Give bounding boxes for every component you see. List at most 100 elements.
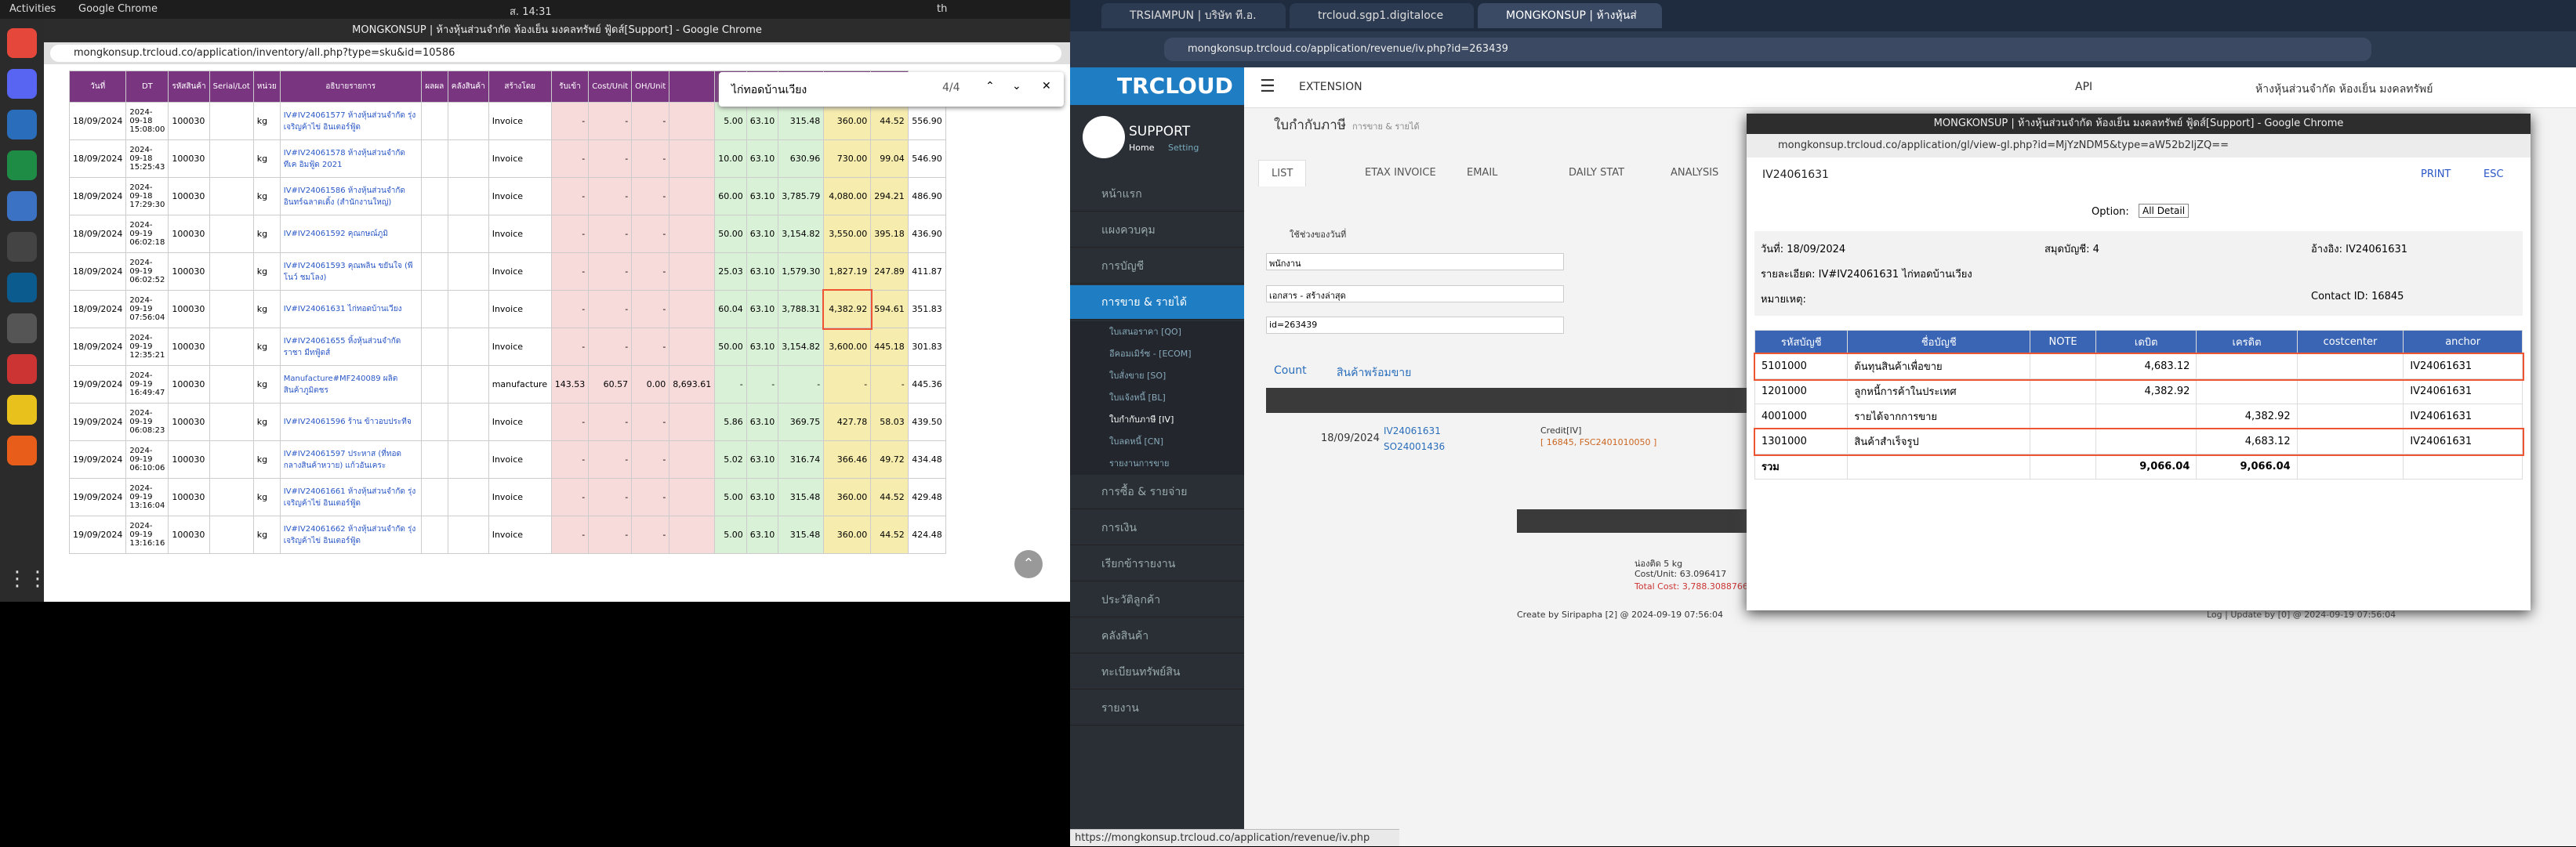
globe-icon[interactable] — [7, 273, 37, 302]
sidebar-item[interactable]: รายงาน — [1070, 691, 1244, 726]
terminal-icon[interactable] — [7, 232, 37, 262]
column-header[interactable]: OH/Unit — [631, 71, 670, 103]
option-select[interactable]: All Detail — [2139, 204, 2190, 218]
table-cell[interactable]: Manufacture#MF240089 ผลิต สินค้าภูมิตชร — [279, 365, 422, 404]
column-header[interactable]: รับเข้า — [550, 71, 590, 103]
table-row[interactable]: 18/09/2024 2024-09-18 15:08:00 100030 kg IV#… — [69, 102, 946, 140]
page-tab[interactable]: ETAX INVOICE — [1352, 160, 1449, 186]
stock-link[interactable]: สินค้าพร้อมขาย — [1337, 364, 1411, 382]
sidebar-subitem[interactable]: อีคอมเมิร์ซ - [ECOM] — [1070, 343, 1244, 365]
sidebar-item[interactable]: เรียกข้ารายงาน — [1070, 547, 1244, 581]
table-cell[interactable]: IV#IV24061655 หิ้งหุ้นส่วนจำกัด ราชา มีท… — [279, 328, 422, 366]
column-header[interactable]: วันที่ — [69, 71, 127, 103]
sidebar-subitem[interactable]: ใบกำกับภาษี [IV] — [1070, 409, 1244, 431]
url-field[interactable]: mongkonsup.trcloud.co/application/revenu… — [1164, 38, 2371, 61]
sidebar-subitem[interactable]: ใบสั่งขาย [SO] — [1070, 365, 1244, 387]
sidebar-item[interactable]: การเงิน — [1070, 511, 1244, 545]
home-link[interactable]: Home — [1129, 143, 1154, 153]
table-row[interactable]: 19/09/2024 2024-09-19 06:08:23 100030 kg IV#… — [69, 403, 946, 441]
find-input[interactable]: ไก่ทอดบ้านเวียง — [731, 81, 807, 99]
app-menu[interactable]: Google Chrome — [78, 3, 158, 15]
sidebar-item[interactable]: แผงควบคุม — [1070, 213, 1244, 248]
table-cell[interactable]: IV#IV24061631 ไก่ทอดบ้านเวียง — [279, 290, 422, 328]
esc-button[interactable]: ESC — [2483, 168, 2504, 180]
column-header[interactable] — [669, 71, 716, 103]
column-header[interactable]: หน่วย — [252, 71, 281, 103]
extension-button[interactable]: EXTENSION — [1299, 81, 1362, 93]
column-header[interactable]: คลังสินค้า — [447, 71, 489, 103]
table-cell[interactable]: IV#IV24061661 ห้างหุ้นส่วนจำกัด รุ่งเจริ… — [279, 478, 422, 516]
table-row[interactable]: 19/09/2024 2024-09-19 13:16:16 100030 kg IV#… — [69, 516, 946, 554]
tab-trsiampun[interactable]: TRSIAMPUN | บริษัท ที.อ. — [1101, 3, 1286, 28]
writer-icon[interactable] — [7, 191, 37, 221]
calculator-icon[interactable] — [7, 313, 37, 343]
column-header[interactable]: รหัสสินค้า — [168, 71, 210, 103]
brand-logo[interactable]: TRCLOUD — [1070, 67, 1244, 105]
sidebar-item[interactable]: การบัญชี — [1070, 249, 1244, 284]
sidebar-subitem[interactable]: ใบลดหนี้ [CN] — [1070, 431, 1244, 453]
sidebar-item[interactable]: การซื้อ & รายจ่าย — [1070, 475, 1244, 509]
popup-url[interactable]: mongkonsup.trcloud.co/application/gl/vie… — [1747, 134, 2531, 157]
order-by-select[interactable]: เอกสาร - สร้างล่าสุด — [1266, 285, 1564, 302]
table-row[interactable]: 18/09/2024 2024-09-19 12:35:21 100030 kg IV#… — [69, 328, 946, 366]
log-link[interactable]: Log | Update by [0] @ 2024-09-19 07:56:0… — [2207, 610, 2396, 620]
column-header[interactable]: Serial/Lot — [209, 71, 254, 103]
table-cell[interactable]: IV#IV24061577 ห้างหุ้นส่วนจำกัด รุ่งเจริ… — [279, 102, 422, 140]
company-name[interactable]: ห้างหุ้นส่วนจำกัด ห้องเย็น มงคลทรัพย์ — [2255, 81, 2433, 98]
column-header[interactable]: สร้างโดย — [488, 71, 552, 103]
sidebar-item[interactable]: การขาย & รายได้ — [1070, 285, 1244, 320]
table-row[interactable]: 18/09/2024 2024-09-18 17:29:30 100030 kg IV#… — [69, 177, 946, 215]
anydesk-icon[interactable] — [7, 354, 37, 384]
table-row[interactable]: 19/09/2024 2024-09-19 06:10:06 100030 kg IV#… — [69, 440, 946, 479]
sidebar-subitem[interactable]: ใบเสนอราคา [QO] — [1070, 321, 1244, 343]
clock[interactable]: ส. 14:31 — [510, 3, 552, 20]
search-field[interactable]: id=263439 — [1266, 317, 1564, 334]
sidebar-item[interactable]: ทะเบียนทรัพย์สิน — [1070, 655, 1244, 690]
sidebar-subitem[interactable]: ใบแจ้งหนี้ [BL] — [1070, 387, 1244, 409]
find-prev-icon[interactable]: ⌃ — [985, 80, 995, 92]
iv-link[interactable]: IV24061631 — [1384, 425, 1441, 436]
sheets-icon[interactable] — [7, 150, 37, 180]
hamburger-icon[interactable]: ☰ — [1260, 77, 1275, 96]
table-row[interactable]: 18/09/2024 2024-09-19 07:56:04 100030 kg IV#… — [69, 288, 946, 330]
tab-trcloud-sgp[interactable]: trcloud.sgp1.digitaloce — [1290, 3, 1474, 28]
postman-icon[interactable] — [7, 436, 37, 465]
notes-icon[interactable] — [7, 395, 37, 425]
page-tab[interactable]: LIST — [1258, 160, 1307, 186]
salesman-field[interactable]: พนักงาน — [1266, 253, 1564, 270]
activities-button[interactable]: Activities — [9, 3, 56, 15]
find-close-icon[interactable]: ✕ — [1042, 80, 1051, 92]
url-field[interactable]: mongkonsup.trcloud.co/application/invent… — [50, 45, 1061, 62]
input-language[interactable]: th — [937, 3, 947, 15]
date-range-checkbox[interactable]: ใช้ช่วงของวันที่ — [1290, 227, 1346, 241]
table-row[interactable]: 18/09/2024 2024-09-19 06:02:18 100030 kg IV#… — [69, 215, 946, 253]
scroll-top-button[interactable]: ⌃ — [1014, 550, 1043, 578]
table-cell[interactable]: IV#IV24061597 ประหาส (ที่ทอด กลางสินค้าห… — [279, 440, 422, 479]
table-cell[interactable]: IV#IV24061593 คุณพลิน ขยันใจ (พีโนว์ ชมโ… — [279, 252, 422, 291]
sidebar-subitem[interactable]: รายงานการขาย — [1070, 453, 1244, 475]
table-row[interactable]: 18/09/2024 2024-09-19 06:02:52 100030 kg IV#… — [69, 252, 946, 291]
api-button[interactable]: API — [2075, 81, 2092, 93]
table-row[interactable]: 18/09/2024 2024-09-18 15:25:43 100030 kg IV#… — [69, 139, 946, 178]
column-header[interactable]: ผลผล — [420, 71, 448, 103]
page-tab[interactable]: DAILY STAT — [1556, 160, 1637, 186]
column-header[interactable]: Cost/Unit — [588, 71, 633, 103]
print-button[interactable]: PRINT — [2421, 168, 2451, 180]
table-cell[interactable]: IV#IV24061578 ห้างหุ้นส่วนจำกัด ทีเค อิม… — [279, 139, 422, 178]
docs-icon[interactable] — [7, 110, 37, 139]
count-link[interactable]: Count — [1274, 364, 1307, 377]
sidebar-item[interactable]: ประวัติลูกค้า — [1070, 583, 1244, 617]
setting-link[interactable]: Setting — [1168, 143, 1199, 153]
table-row[interactable]: 19/09/2024 2024-09-19 13:16:04 100030 kg IV#… — [69, 478, 946, 516]
table-cell[interactable]: IV#IV24061592 คุณกษณ์ภูมิ — [279, 215, 422, 253]
sidebar-item[interactable]: หน้าแรก — [1070, 177, 1244, 212]
table-cell[interactable]: IV#IV24061596 ร้าน ข้าวอบประทีจ — [279, 403, 422, 441]
tab-mongkonsup[interactable]: MONGKONSUP | ห้างหุ้นส่ — [1478, 3, 1662, 28]
table-cell[interactable]: IV#IV24061662 ห้างหุ้นส่วนจำกัด รุ่งเจริ… — [279, 516, 422, 554]
chrome-icon[interactable] — [7, 28, 37, 58]
app-grid-icon[interactable]: ⋮⋮ — [7, 567, 48, 597]
table-row[interactable]: 19/09/2024 2024-09-19 16:49:47 100030 kg Man… — [69, 365, 946, 404]
so-link[interactable]: SO24001436 — [1384, 441, 1445, 452]
find-next-icon[interactable]: ⌄ — [1012, 80, 1021, 92]
page-tab[interactable]: ANALYSIS — [1658, 160, 1731, 186]
